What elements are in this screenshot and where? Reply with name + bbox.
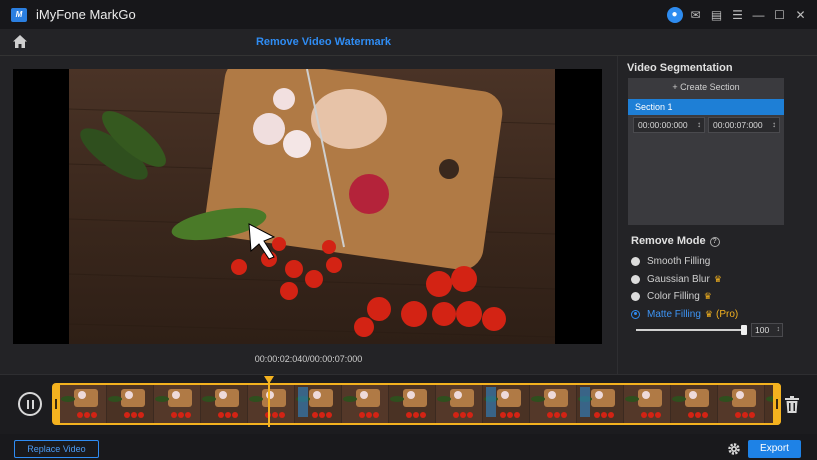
mode-label: Smooth Filling: [647, 255, 711, 267]
video-frame-image: [69, 69, 555, 344]
spinner-icon[interactable]: ↕: [772, 118, 776, 132]
start-time-value: 00:00:00:000: [638, 120, 688, 130]
title-bar: M iMyFone MarkGo ● ✉ ▤ ☰ — ☐ ✕: [0, 0, 817, 29]
create-section-button[interactable]: + Create Section: [628, 82, 784, 92]
section-end-time-input[interactable]: 00:00:07:000 ↕: [708, 117, 780, 133]
end-time-value: 00:00:07:000: [713, 120, 763, 130]
page-title: Remove Video Watermark: [255, 36, 392, 48]
mode-option-smooth-filling[interactable]: Smooth Filling: [631, 254, 710, 268]
crown-icon: ♛: [713, 273, 722, 284]
mode-option-color-filling[interactable]: Color Filling ♛: [631, 289, 712, 303]
gear-icon[interactable]: [727, 442, 741, 456]
video-panel: 00:00:02:040/00:00:07:000: [0, 56, 617, 374]
export-button[interactable]: Export: [748, 440, 801, 458]
help-icon[interactable]: ?: [709, 237, 720, 247]
trim-end-handle[interactable]: [773, 383, 781, 425]
segmentation-box: + Create Section Section 1 00:00:00:000 …: [628, 78, 784, 225]
mode-label: Matte Filling: [647, 308, 701, 320]
spinner-icon[interactable]: ↕: [777, 324, 781, 336]
remove-mode-label: Remove Mode: [631, 235, 706, 247]
crown-icon: ♛: [704, 308, 713, 319]
matte-value-input[interactable]: 100 ↕: [751, 323, 783, 337]
app-logo-icon: M: [11, 7, 27, 22]
section-start-time-input[interactable]: 00:00:00:000 ↕: [633, 117, 705, 133]
pause-button[interactable]: [18, 392, 42, 416]
mode-option-matte-filling[interactable]: Matte Filling ♛ (Pro): [631, 307, 738, 321]
crown-icon: ♛: [703, 290, 712, 301]
playback-timecode: 00:00:02:040/00:00:07:000: [254, 354, 363, 364]
timeline-thumbnails: [60, 385, 779, 423]
spinner-icon[interactable]: ↕: [697, 118, 701, 132]
matte-slider-track[interactable]: [636, 329, 744, 331]
maximize-icon[interactable]: ☐: [769, 4, 790, 25]
minimize-icon[interactable]: —: [748, 4, 769, 25]
feedback-icon[interactable]: ▤: [706, 4, 727, 25]
header-bar: Remove Video Watermark: [0, 29, 817, 56]
mode-label: Gaussian Blur: [647, 273, 710, 285]
footer-bar: Replace Video Export: [0, 434, 817, 460]
timeline-panel: [0, 374, 817, 434]
radio-icon[interactable]: [631, 291, 640, 301]
app-title: iMyFone MarkGo: [36, 7, 136, 22]
close-icon[interactable]: ✕: [790, 4, 811, 25]
user-icon[interactable]: ●: [664, 4, 685, 25]
matte-slider-handle[interactable]: [741, 325, 747, 335]
radio-selected-icon[interactable]: [631, 309, 640, 319]
mail-icon[interactable]: ✉: [685, 4, 706, 25]
video-preview[interactable]: [13, 69, 602, 344]
settings-panel: Video Segmentation + Create Section Sect…: [617, 56, 817, 374]
radio-icon[interactable]: [631, 274, 640, 284]
matte-value: 100: [755, 325, 770, 335]
menu-icon[interactable]: ☰: [727, 4, 748, 25]
pro-badge: (Pro): [715, 308, 739, 320]
segmentation-title: Video Segmentation: [627, 62, 733, 74]
trash-icon[interactable]: [784, 396, 800, 414]
mode-option-gaussian-blur[interactable]: Gaussian Blur ♛: [631, 272, 722, 286]
timeline-strip[interactable]: [54, 383, 781, 425]
trim-start-handle[interactable]: [52, 383, 60, 425]
playhead[interactable]: [268, 378, 270, 427]
radio-icon[interactable]: [631, 256, 640, 266]
section-item[interactable]: Section 1: [628, 99, 784, 115]
replace-video-button[interactable]: Replace Video: [14, 440, 99, 458]
mode-label: Color Filling: [647, 290, 700, 302]
remove-mode-title: Remove Mode?: [631, 235, 720, 247]
